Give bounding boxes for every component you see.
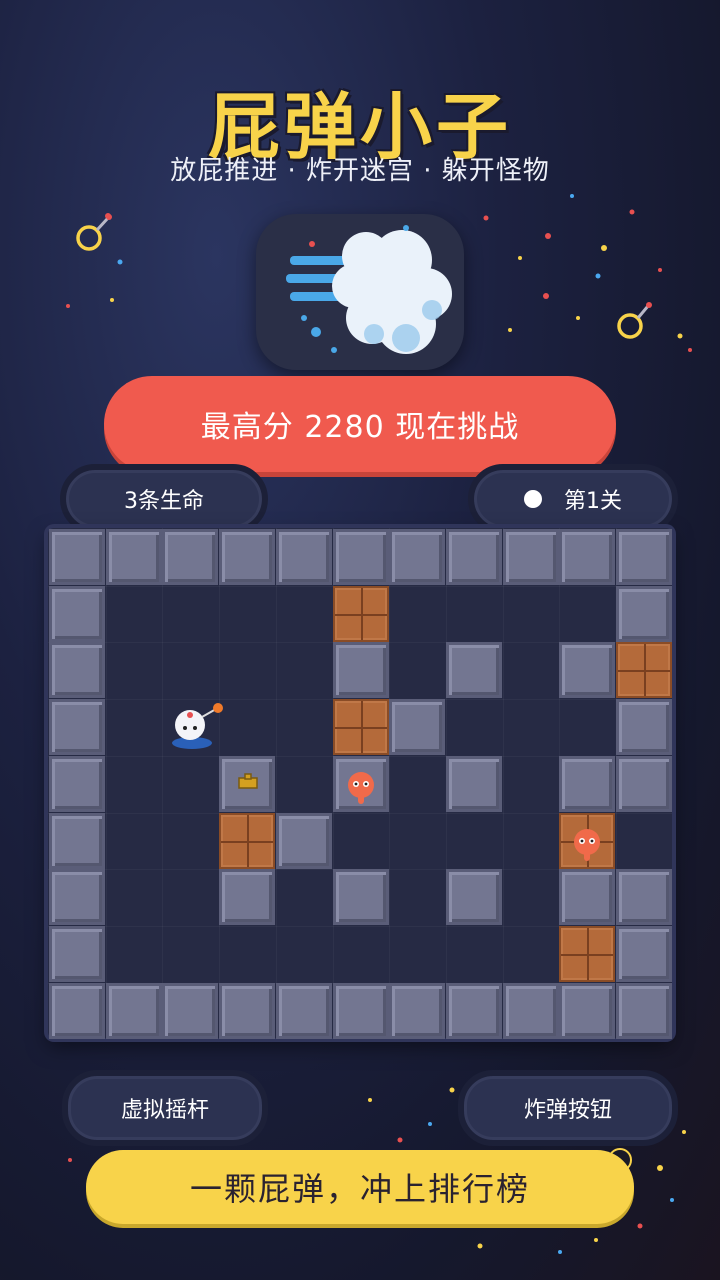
virtual-joystick-button[interactable]: 虚拟摇杆 <box>62 1070 268 1146</box>
game-board <box>48 528 672 1039</box>
wall-block <box>105 982 162 1039</box>
wall-block <box>389 982 446 1039</box>
wall-block <box>559 642 616 699</box>
bomb-ring-icon-right <box>617 302 652 339</box>
wall-block <box>49 529 105 585</box>
wall-block <box>559 755 616 812</box>
wall-block <box>389 699 446 756</box>
bomb-ring-icon-left <box>76 214 112 251</box>
floor-line <box>389 528 391 1038</box>
wall-block <box>502 529 559 585</box>
wall-block <box>332 982 389 1039</box>
wall-block <box>616 529 672 585</box>
wall-block <box>49 869 105 926</box>
floor-line <box>105 528 107 1038</box>
floor-line <box>502 528 504 1038</box>
wall-block <box>49 755 105 812</box>
crate-block <box>219 812 276 869</box>
wall-block <box>49 982 105 1039</box>
wall-block <box>616 869 672 926</box>
wall-block <box>332 642 389 699</box>
crate-block <box>332 699 389 756</box>
wall-block <box>445 642 502 699</box>
wall-block <box>49 699 105 756</box>
level-dot-icon <box>524 490 542 508</box>
wall-block <box>49 642 105 699</box>
crate-block <box>332 585 389 642</box>
lives-indicator: 3条生命 <box>60 464 268 534</box>
wall-block <box>616 585 672 642</box>
crate-block <box>559 925 616 982</box>
crate-block <box>616 642 672 699</box>
wall-block <box>445 869 502 926</box>
wall-block <box>559 529 616 585</box>
level-label: 第1关 <box>564 489 622 514</box>
wall-block <box>332 529 389 585</box>
wall-block <box>275 982 332 1039</box>
wall-block <box>49 925 105 982</box>
wall-block <box>616 755 672 812</box>
wall-block <box>49 585 105 642</box>
monster <box>347 771 374 804</box>
fart-kid-player <box>172 703 224 750</box>
game-subtitle: 放屁推进 · 炸开迷宫 · 躲开怪物 <box>170 156 550 186</box>
bomb-button[interactable]: 炸弹按钮 <box>458 1070 678 1146</box>
lives-label: 3条生命 <box>124 489 204 514</box>
wall-block <box>219 529 276 585</box>
wall-block <box>275 812 332 869</box>
wall-block <box>219 982 276 1039</box>
wall-block <box>445 529 502 585</box>
leaderboard-banner[interactable]: 一颗屁弹，冲上排行榜 <box>86 1150 634 1224</box>
wall-block <box>275 529 332 585</box>
wall-block <box>49 812 105 869</box>
level-indicator: 第1关 <box>468 464 678 534</box>
wall-block <box>559 982 616 1039</box>
wall-block <box>559 869 616 926</box>
wall-block <box>616 699 672 756</box>
bomb-button-label: 炸弹按钮 <box>523 1098 612 1123</box>
joystick-label: 虚拟摇杆 <box>120 1098 209 1123</box>
challenge-button[interactable]: 最高分 2280 现在挑战 <box>104 376 616 472</box>
monster <box>574 828 601 861</box>
wall-block <box>616 982 672 1039</box>
wall-block <box>445 982 502 1039</box>
wall-block <box>105 529 162 585</box>
floor-line <box>162 528 164 1038</box>
wall-block <box>389 529 446 585</box>
wall-block <box>162 529 219 585</box>
wall-block <box>616 925 672 982</box>
wall-block <box>445 755 502 812</box>
fart-cloud-icon <box>256 214 464 370</box>
wall-block <box>162 982 219 1039</box>
floor-line <box>275 528 277 1038</box>
wall-block <box>219 869 276 926</box>
wall-block <box>502 982 559 1039</box>
bomb-pickup <box>238 773 258 789</box>
wall-block <box>332 869 389 926</box>
